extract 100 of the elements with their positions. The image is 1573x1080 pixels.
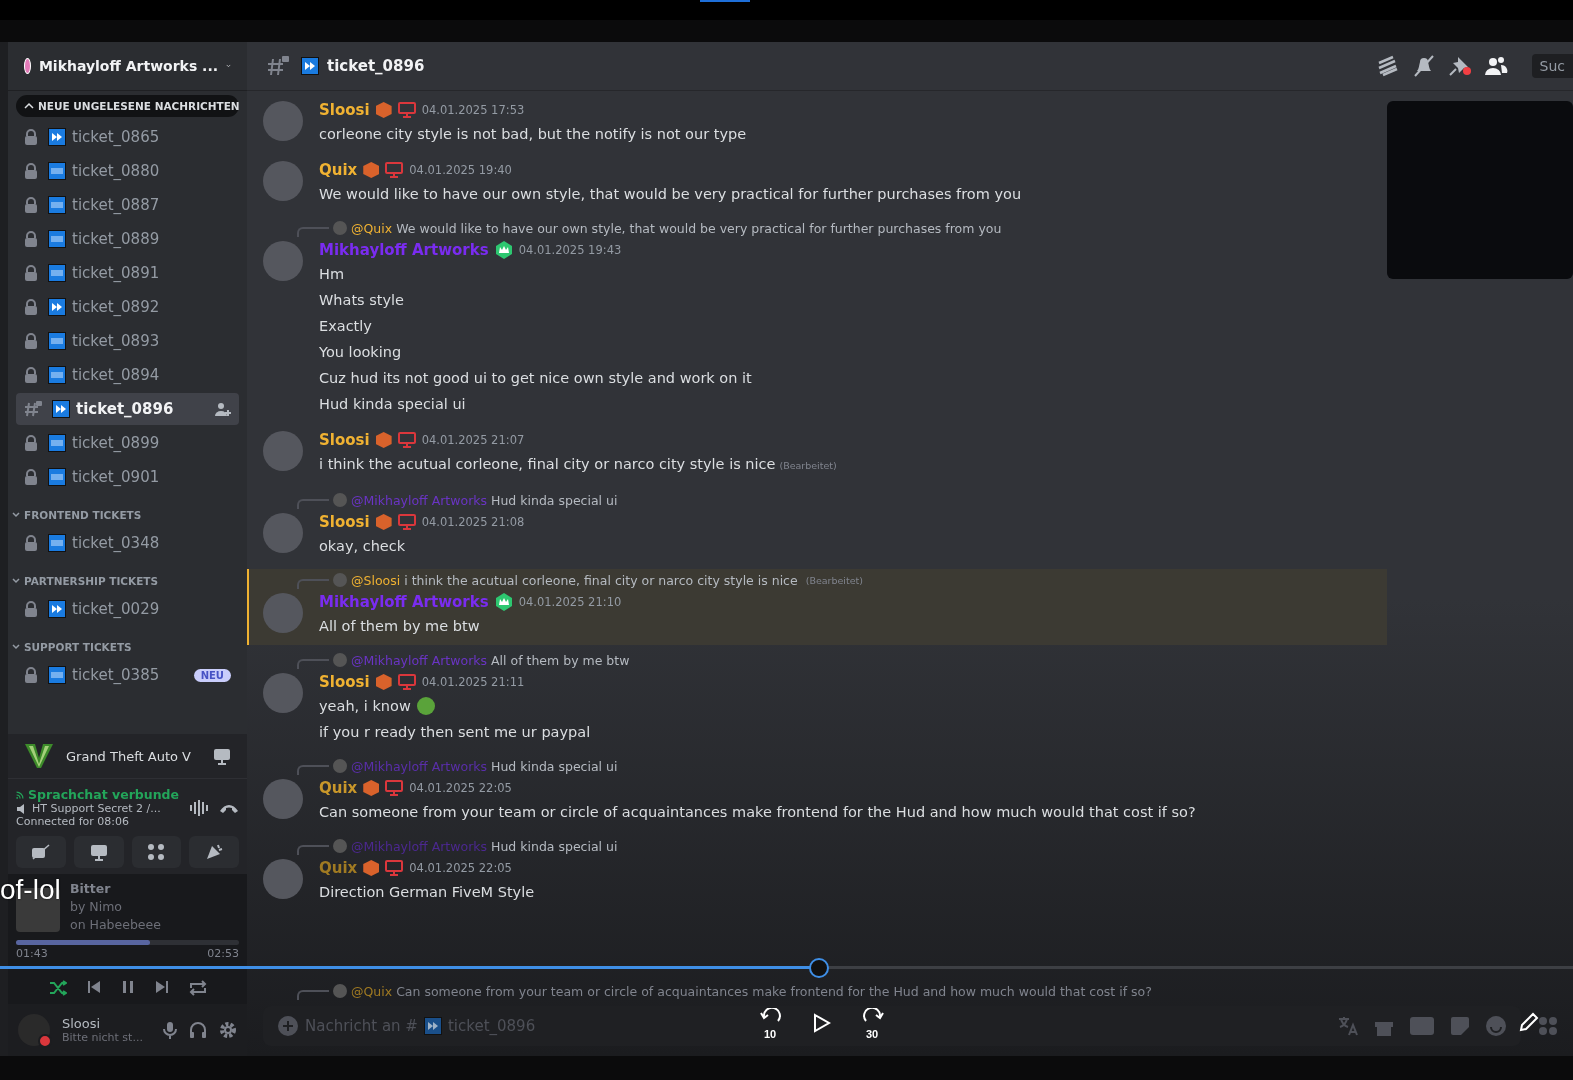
author-name[interactable]: Quix — [319, 161, 358, 179]
user-name: Sloosi — [62, 1016, 102, 1031]
reply-text[interactable]: Hud kinda special ui — [491, 492, 618, 508]
reply-connector — [297, 579, 329, 589]
channel-item[interactable]: ticket_0348 — [16, 527, 239, 559]
track-artist: by Nimo — [70, 898, 123, 916]
channel-item[interactable]: ticket_0896 — [16, 393, 239, 425]
channel-title: ticket_0896 — [327, 57, 425, 75]
track-title: Bitter — [70, 880, 112, 898]
reply-mention[interactable]: @Quix — [351, 220, 393, 236]
author-name[interactable]: Quix — [319, 779, 358, 797]
track-album: on Habeebeee — [70, 916, 161, 934]
channel-item[interactable]: ticket_0889 — [16, 223, 239, 255]
four-dots-icon — [147, 843, 166, 861]
message-text: corleone city style is not bad, but the notify is not our type — [319, 125, 747, 144]
chevron-down-icon — [12, 644, 20, 650]
author-name[interactable]: Sloosi — [319, 431, 370, 449]
track-progress-bar[interactable] — [16, 940, 239, 945]
user-status: Bitte nicht st... — [62, 1031, 144, 1044]
headphones-icon[interactable] — [189, 1021, 207, 1039]
channel-item[interactable]: ticket_0891 — [16, 257, 239, 289]
activities-button[interactable] — [131, 836, 182, 868]
reply-text[interactable]: i think the acutual corleone, final city or narco city style is nice — [404, 572, 798, 588]
reply-connector — [297, 227, 329, 237]
add-member-icon[interactable] — [215, 402, 231, 416]
channel-item[interactable]: ticket_0887 — [16, 189, 239, 221]
message-text: You looking — [319, 343, 402, 362]
author-name[interactable]: Quix — [319, 859, 358, 877]
reply-connector — [297, 499, 329, 509]
monitor-icon — [385, 780, 404, 796]
reply-text[interactable]: Hud kinda special ui — [491, 758, 618, 774]
timestamp: 04.01.2025 19:40 — [409, 163, 512, 177]
edited-label: (Bearbeitet) — [779, 459, 837, 473]
settings-icon[interactable] — [219, 1021, 237, 1039]
screen-share-button[interactable] — [73, 836, 124, 868]
pencil-icon[interactable] — [1518, 1011, 1540, 1033]
reply-mention[interactable]: @Sloosi — [351, 572, 401, 588]
author-name[interactable]: Sloosi — [319, 513, 370, 531]
overlay-caption: of-lol — [0, 874, 61, 906]
lock-icon — [24, 667, 38, 683]
reply-avatar — [333, 493, 347, 507]
do-not-disturb-icon — [38, 1034, 52, 1048]
author-name[interactable]: Sloosi — [319, 673, 370, 691]
category-header[interactable]: PARTNERSHIP TICKETS — [12, 575, 239, 587]
search-field[interactable]: Suc — [1531, 54, 1573, 78]
monitor-icon — [397, 102, 416, 118]
unread-banner[interactable]: NEUE UNGELESENE NACHRICHTEN — [16, 95, 239, 117]
message-text: okay, check — [319, 537, 406, 556]
lock-icon — [24, 299, 38, 315]
chevron-up-icon — [24, 102, 34, 110]
user-avatar[interactable] — [18, 1014, 50, 1046]
pause-icon[interactable] — [120, 980, 135, 994]
soundwave-icon[interactable] — [189, 798, 209, 817]
timestamp: 04.01.2025 21:10 — [518, 595, 622, 609]
timestamp: 04.01.2025 22:05 — [409, 861, 512, 875]
pin-icon[interactable] — [1447, 55, 1472, 77]
camera-off-button[interactable] — [16, 836, 66, 868]
reply-text[interactable]: We would like to have our own style, that would be very practical for further purchases from you — [396, 220, 1002, 236]
channel-item[interactable]: ticket_0865 — [16, 121, 239, 153]
monitor-icon — [397, 432, 416, 448]
channel-item[interactable]: ticket_0893 — [16, 325, 239, 357]
channel-item[interactable]: ticket_0880 — [16, 155, 239, 187]
reply-avatar — [333, 839, 347, 853]
new-badge: NEU — [193, 668, 231, 682]
reply-mention[interactable]: @Quix — [351, 983, 393, 999]
voice-channel[interactable]: HT Support Secret 2 /... — [32, 802, 161, 815]
message-text: i think the acutual corleone, final city or narco city style is nice — [319, 455, 776, 474]
channel-item[interactable]: ticket_0385 NEU — [16, 659, 239, 691]
muted-bell-icon[interactable] — [1411, 55, 1436, 77]
reply-text[interactable]: All of them by me btw — [491, 652, 630, 668]
shuffle-icon[interactable] — [48, 980, 67, 996]
screen-share-icon[interactable] — [213, 747, 231, 765]
camera-off-icon — [30, 844, 51, 860]
microphone-icon[interactable] — [163, 1021, 177, 1039]
channel-item[interactable]: ticket_0029 — [16, 593, 239, 625]
soundboard-button[interactable] — [189, 836, 239, 868]
monitor-icon — [397, 514, 416, 530]
forward-button[interactable]: 30 — [857, 1008, 889, 1038]
category-header[interactable]: FRONTEND TICKETS — [12, 509, 239, 521]
edited-label: (Bearbeitet) — [805, 574, 863, 586]
play-icon[interactable] — [813, 1013, 831, 1033]
channel-item[interactable]: ticket_0899 — [16, 427, 239, 459]
next-track-icon[interactable] — [154, 980, 169, 994]
game-name: Grand Theft Auto V — [66, 748, 192, 764]
reply-connector — [297, 659, 329, 669]
previous-track-icon[interactable] — [86, 980, 101, 994]
channel-item[interactable]: ticket_0892 — [16, 291, 239, 323]
timestamp: 04.01.2025 17:53 — [421, 103, 525, 117]
author-name[interactable]: Sloosi — [319, 101, 370, 119]
channel-item[interactable]: ticket_0894 — [16, 359, 239, 391]
rewind-button[interactable]: 10 — [755, 1008, 787, 1038]
channel-item[interactable]: ticket_0901 — [16, 461, 239, 493]
repeat-icon[interactable] — [188, 980, 207, 996]
hash-lock-icon — [24, 401, 42, 417]
reply-text[interactable]: Can someone from your team or circle of acquaintances make frontend for the Hud and how much would that cost if so? — [396, 983, 1152, 999]
members-icon[interactable] — [1483, 55, 1508, 77]
reply-text[interactable]: Hud kinda special ui — [491, 838, 618, 854]
lock-icon — [24, 535, 38, 551]
category-header[interactable]: SUPPORT TICKETS — [12, 641, 239, 653]
reply-avatar — [333, 573, 347, 587]
